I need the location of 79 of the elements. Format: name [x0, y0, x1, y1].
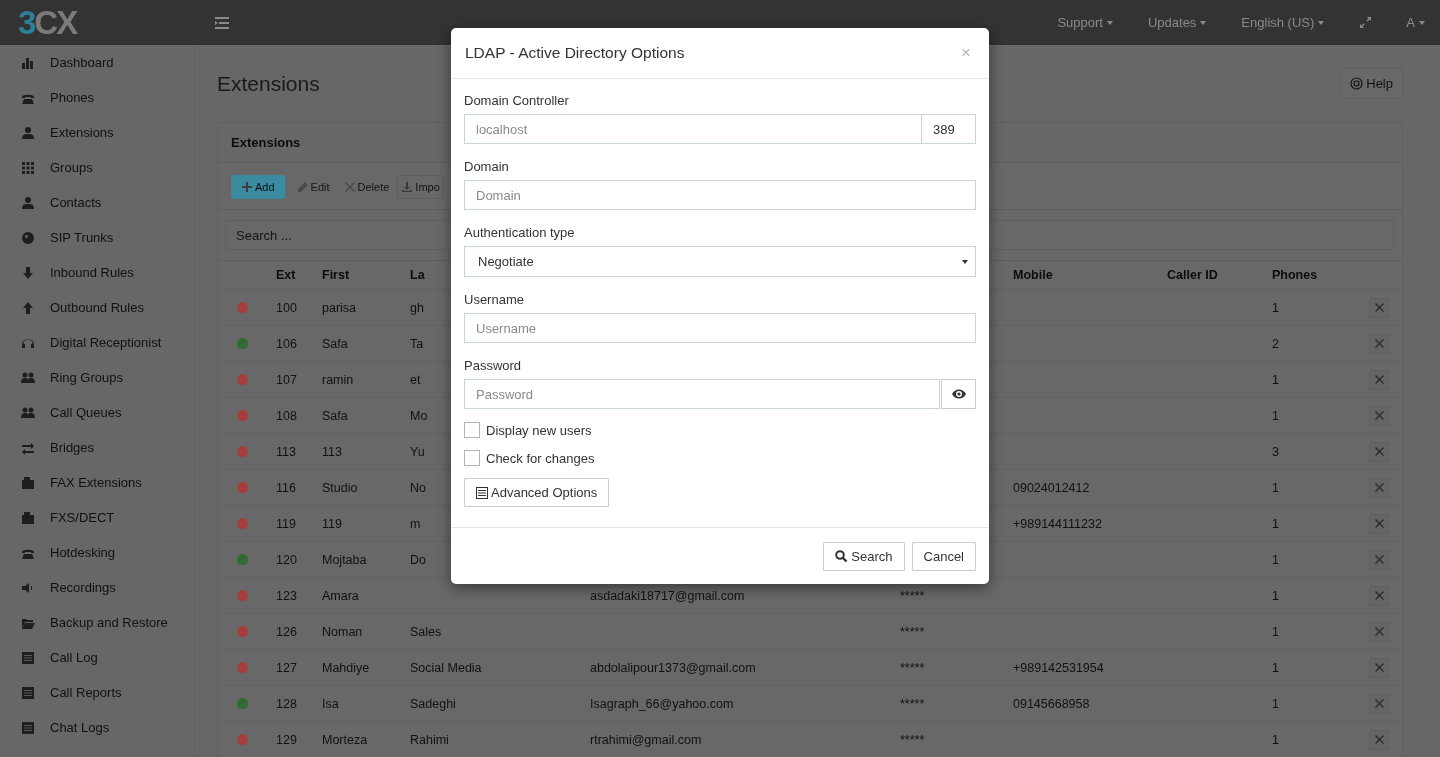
table-cell: *****: [900, 588, 925, 603]
table-cell: rtrahimi@gmail.com: [590, 732, 702, 747]
table-cell: 1: [1272, 660, 1279, 675]
table-cell: 106: [276, 336, 297, 351]
table-cell: 116: [276, 480, 296, 495]
table-cell: Mo: [410, 408, 428, 423]
table-cell: Do: [410, 552, 426, 567]
table-cell: gh: [410, 300, 424, 315]
table-cell: 108: [276, 408, 297, 423]
column-header: Phones: [1272, 268, 1318, 282]
table-cell: 113: [322, 444, 342, 459]
column-header: La: [410, 268, 425, 282]
table-cell: Mojtaba: [322, 552, 367, 567]
table-cell: 1: [1272, 516, 1279, 531]
table-cell: 1: [1272, 588, 1279, 603]
checkbox-label: Check for changes: [486, 450, 595, 466]
table-cell: Mahdiye: [322, 660, 370, 675]
table-cell: *****: [900, 696, 925, 711]
table-cell: Isagraph_66@yahoo.com: [590, 696, 734, 711]
table-cell: *****: [900, 624, 925, 639]
table-cell: Social Media: [410, 660, 482, 675]
table-cell: 1: [1272, 696, 1279, 711]
table-cell: +989142531954: [1013, 660, 1104, 675]
table-cell: 119: [276, 516, 296, 531]
table-cell: 1: [1272, 300, 1279, 315]
table-cell: 09024012412: [1013, 480, 1090, 495]
table-cell: 126: [276, 624, 297, 639]
table-cell: asdadaki18717@gmail.com: [590, 588, 745, 603]
page-title: Extensions: [217, 71, 320, 96]
table-cell: 1: [1272, 552, 1279, 567]
table-cell: Isa: [322, 696, 339, 711]
table-cell: 119: [322, 516, 342, 531]
table-cell: Sales: [410, 624, 442, 639]
table-cell: *****: [900, 732, 925, 747]
field-label: Domain Controller: [464, 93, 570, 108]
table-cell: m: [410, 516, 421, 531]
table-cell: parisa: [322, 300, 357, 315]
table-cell: ramin: [322, 372, 354, 387]
table-cell: 100: [276, 300, 297, 315]
table-cell: 120: [276, 552, 297, 567]
field-label: Username: [464, 292, 525, 307]
table-cell: 2: [1272, 336, 1279, 351]
table-cell: Safa: [322, 336, 348, 351]
dialog-title: LDAP - Active Directory Options: [465, 44, 685, 62]
logo: 3CX: [17, 3, 78, 42]
table-cell: *****: [900, 660, 925, 675]
table-cell: 127: [276, 660, 297, 675]
table-cell: Morteza: [322, 732, 368, 747]
column-header: Ext: [276, 268, 296, 282]
table-cell: Sadeghi: [410, 696, 456, 711]
table-cell: 1: [1272, 732, 1279, 747]
table-cell: Studio: [322, 480, 358, 495]
table-cell: 107: [276, 372, 297, 387]
checkbox-label: Display new users: [486, 422, 592, 438]
table-cell: 123: [276, 588, 297, 603]
table-cell: Amara: [322, 588, 359, 603]
field-label: Authentication type: [464, 225, 576, 240]
table-cell: Rahimi: [410, 732, 449, 747]
table-cell: Ta: [410, 336, 424, 351]
column-header: Mobile: [1013, 268, 1053, 282]
table-cell: 129: [276, 732, 297, 747]
table-cell: 113: [276, 444, 296, 459]
table-cell: No: [410, 480, 426, 495]
column-header: Caller ID: [1167, 268, 1218, 282]
field-label: Password: [464, 358, 523, 373]
table-cell: abdolalipour1373@gmail.com: [590, 660, 756, 675]
table-cell: 09145668958: [1013, 696, 1090, 711]
table-cell: et: [410, 372, 421, 387]
table-cell: 1: [1272, 624, 1279, 639]
table-cell: Yu: [410, 444, 425, 459]
table-cell: 3: [1272, 444, 1279, 459]
table-cell: Noman: [322, 624, 363, 639]
table-cell: Safa: [322, 408, 348, 423]
table-cell: 128: [276, 696, 297, 711]
table-cell: +989144111232: [1013, 516, 1102, 531]
table-cell: 1: [1272, 372, 1279, 387]
table-cell: 1: [1272, 408, 1279, 423]
column-header: First: [322, 268, 350, 282]
table-cell: 1: [1272, 480, 1279, 495]
